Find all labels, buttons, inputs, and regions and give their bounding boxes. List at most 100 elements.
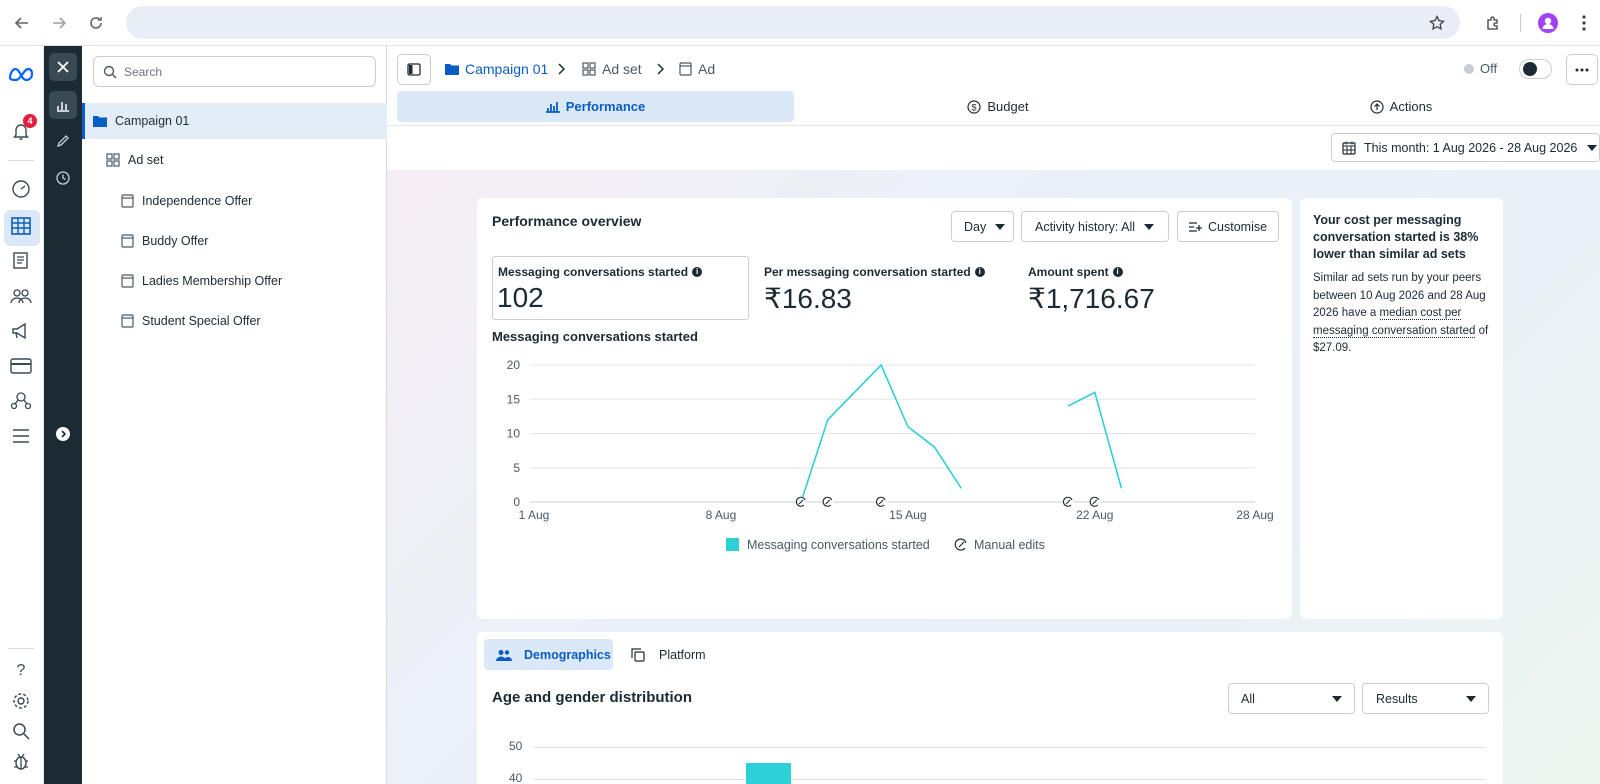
all-tools-menu-icon[interactable] [8, 423, 34, 449]
budget-dollar-icon: $ [967, 99, 981, 114]
info-icon[interactable]: i [1112, 267, 1123, 277]
manual-edit-marker[interactable] [1062, 496, 1074, 508]
address-bar[interactable] [126, 6, 1460, 39]
expand-chevron-icon[interactable] [49, 420, 77, 448]
performance-chart-icon [545, 101, 560, 113]
close-panel-icon[interactable] [49, 53, 77, 81]
metric-value: ₹16.83 [764, 283, 852, 314]
rail-divider [8, 160, 34, 161]
audiences-people-icon[interactable] [8, 283, 34, 309]
folder-icon [445, 64, 459, 75]
tree-item-label: Student Special Offer [142, 314, 261, 328]
reload-icon[interactable] [85, 12, 107, 34]
tree-item-ad[interactable]: Ladies Membership Offer [121, 263, 282, 299]
tab-demographics[interactable]: Demographics [484, 639, 613, 670]
bug-report-icon[interactable] [8, 748, 34, 774]
ad-icon [121, 274, 134, 288]
y-tick-label: 0 [513, 495, 520, 509]
bookmark-star-icon[interactable] [1426, 12, 1448, 34]
breadcrumb-ad[interactable]: Ad [679, 59, 715, 79]
grid-line [534, 779, 1484, 780]
grid-line [534, 747, 1484, 748]
customise-columns-icon [1189, 221, 1202, 232]
help-question-icon[interactable]: ? [8, 658, 34, 684]
forward-arrow-icon[interactable] [48, 12, 70, 34]
svg-text:$: $ [972, 102, 977, 112]
tree-item-adset[interactable]: Ad set [106, 142, 163, 178]
breadcrumb-label: Ad [698, 61, 716, 77]
manual-edit-marker[interactable] [795, 496, 807, 508]
metric-label-text: Per messaging conversation started [764, 265, 971, 279]
chart-title: Messaging conversations started [492, 329, 698, 344]
ads-manager-table-icon[interactable] [8, 213, 34, 239]
customise-button[interactable]: Customise [1177, 211, 1279, 242]
edit-pencil-icon[interactable] [49, 127, 77, 155]
search-magnifier-icon[interactable] [8, 718, 34, 744]
tree-item-label: Ad set [128, 153, 164, 167]
info-icon[interactable]: i [974, 267, 985, 277]
tab-platform[interactable]: Platform [631, 639, 706, 670]
settings-gear-icon[interactable] [8, 688, 34, 714]
history-clock-icon[interactable] [49, 164, 77, 192]
performance-chart-icon[interactable] [49, 91, 77, 119]
y-tick-label: 40 [509, 771, 523, 784]
tree-item-ad[interactable]: Independence Offer [121, 183, 252, 219]
billing-card-icon[interactable] [8, 353, 34, 379]
more-options-button[interactable] [1566, 54, 1598, 85]
filter-all-select[interactable]: All [1228, 683, 1355, 714]
back-arrow-icon[interactable] [11, 12, 33, 34]
on-off-toggle[interactable] [1519, 59, 1552, 79]
tree-item-label: Ladies Membership Offer [142, 274, 283, 288]
toggle-sidebar-button[interactable] [397, 54, 431, 85]
y-tick-label: 10 [507, 427, 521, 441]
tab-label: Actions [1389, 99, 1433, 114]
adset-grid-icon [106, 153, 120, 167]
tree-item-campaign[interactable]: Campaign 01 [93, 103, 189, 139]
activity-history-select[interactable]: Activity history: All [1021, 211, 1169, 242]
tree-item-ad[interactable]: Student Special Offer [121, 303, 261, 339]
granularity-day-select[interactable]: Day [951, 211, 1014, 242]
dashboard-gauge-icon[interactable] [8, 176, 34, 202]
legend-label: Messaging conversations started [747, 538, 930, 552]
metric-value: ₹1,716.67 [1028, 283, 1155, 314]
tab-budget[interactable]: $ Budget [794, 91, 1202, 122]
tab-actions[interactable]: Actions [1202, 91, 1600, 122]
manual-edit-marker[interactable] [822, 496, 834, 508]
tree-search-input[interactable]: Search [93, 56, 376, 87]
extensions-puzzle-icon[interactable] [1482, 12, 1504, 34]
browser-toolbar [0, 0, 1600, 46]
tree-item-ad[interactable]: Buddy Offer [121, 223, 208, 259]
breadcrumb-campaign[interactable]: Campaign 01 [445, 59, 548, 79]
more-dots-icon [1575, 68, 1589, 71]
x-tick-label: 22 Aug [1076, 508, 1113, 522]
manual-edit-marker[interactable] [875, 496, 887, 508]
search-placeholder: Search [124, 65, 163, 79]
browser-menu-icon[interactable] [1573, 12, 1595, 34]
profile-avatar-icon[interactable] [1537, 12, 1559, 34]
pages-document-icon[interactable] [8, 247, 34, 273]
business-network-icon[interactable] [8, 388, 34, 414]
breadcrumb-adset[interactable]: Ad set [582, 59, 642, 79]
select-label: Activity history: All [1035, 219, 1136, 234]
breadcrumb-label: Campaign 01 [465, 61, 549, 77]
y-tick-label: 20 [507, 358, 521, 372]
x-tick-label: 1 Aug [519, 508, 550, 522]
tab-performance[interactable]: Performance [397, 91, 794, 122]
select-label: Results [1376, 691, 1418, 706]
y-tick-label: 50 [509, 739, 523, 753]
meta-logo-icon[interactable] [8, 61, 34, 87]
date-range-picker[interactable]: This month: 1 Aug 2026 - 28 Aug 2026 [1331, 133, 1600, 162]
x-tick-label: 15 Aug [889, 508, 926, 522]
manual-edit-marker[interactable] [1089, 496, 1101, 508]
metric-value: 102 [497, 282, 544, 313]
tab-label: Demographics [524, 647, 611, 662]
tree-item-label: Buddy Offer [142, 234, 209, 248]
megaphone-icon[interactable] [8, 318, 34, 344]
info-icon[interactable]: i [692, 267, 703, 277]
tab-label: Budget [987, 99, 1029, 114]
metric-label: Per messaging conversation started i [764, 265, 985, 279]
x-tick-label: 8 Aug [706, 508, 737, 522]
performance-overview-title: Performance overview [492, 213, 642, 229]
breadcrumb-label: Ad set [602, 61, 642, 77]
filter-results-select[interactable]: Results [1362, 683, 1489, 714]
